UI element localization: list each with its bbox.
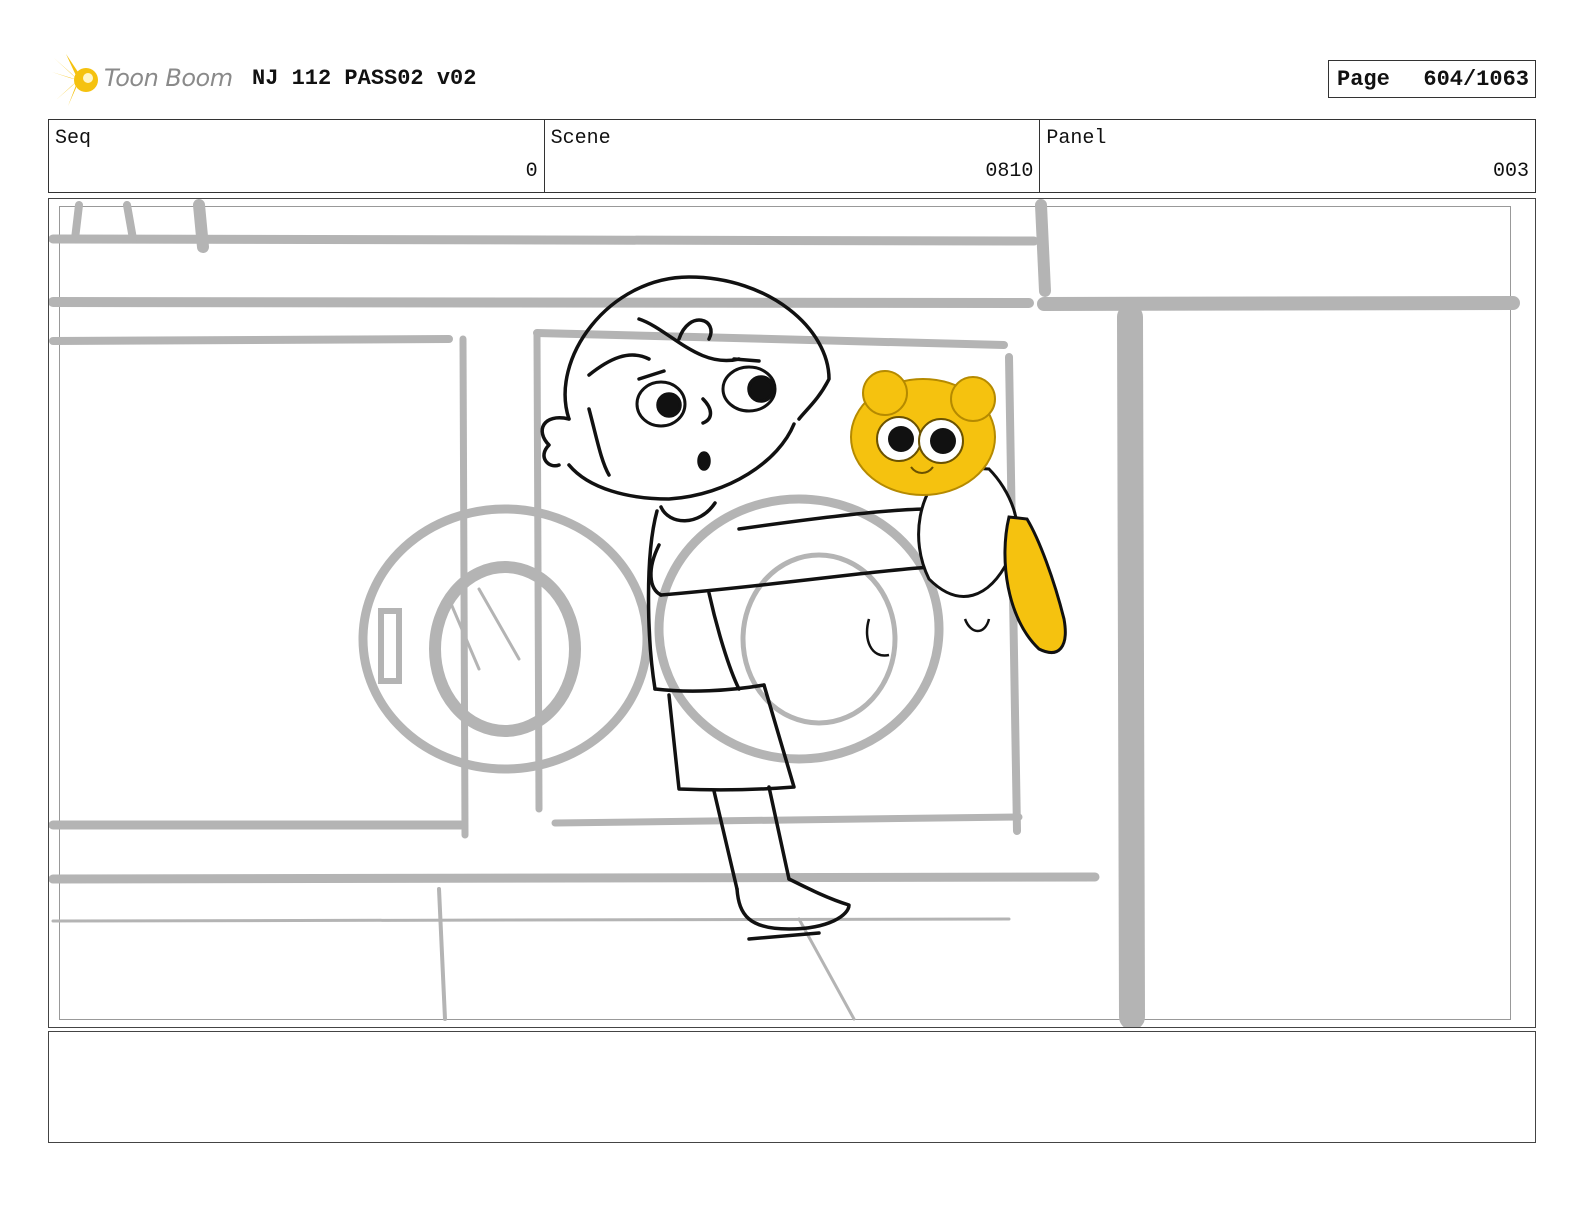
panel-cell: Panel 003: [1040, 120, 1535, 192]
panel-notes-box: [48, 1031, 1536, 1143]
tarsier-toy: [850, 370, 1067, 657]
scene-label: Scene: [550, 127, 611, 150]
starburst-icon: [52, 54, 98, 106]
logo-text: Toon Boom: [104, 64, 233, 92]
seq-cell: Seq 0: [49, 120, 545, 192]
seq-label: Seq: [55, 127, 92, 150]
panel-value: 003: [1493, 160, 1530, 183]
page-number: 604/1063: [1423, 67, 1529, 92]
page-label: Page: [1337, 67, 1390, 92]
panel-label: Panel: [1046, 127, 1107, 150]
background-sketch: [49, 199, 1520, 1027]
storyboard-frame: [48, 198, 1536, 1028]
toon-boom-logo: Toon Boom: [48, 50, 238, 110]
scene-cell: Scene 0810: [545, 120, 1041, 192]
page-indicator: Page 604/1063: [1328, 60, 1536, 98]
seq-value: 0: [525, 160, 538, 183]
info-row: Seq 0 Scene 0810 Panel 003: [48, 119, 1536, 193]
project-title: NJ 112 PASS02 v02: [252, 66, 477, 91]
panel-sketch: [49, 199, 1520, 1027]
storyboard-header: Toon Boom NJ 112 PASS02 v02 Page 604/106…: [48, 50, 1536, 110]
scene-value: 0810: [985, 160, 1034, 183]
